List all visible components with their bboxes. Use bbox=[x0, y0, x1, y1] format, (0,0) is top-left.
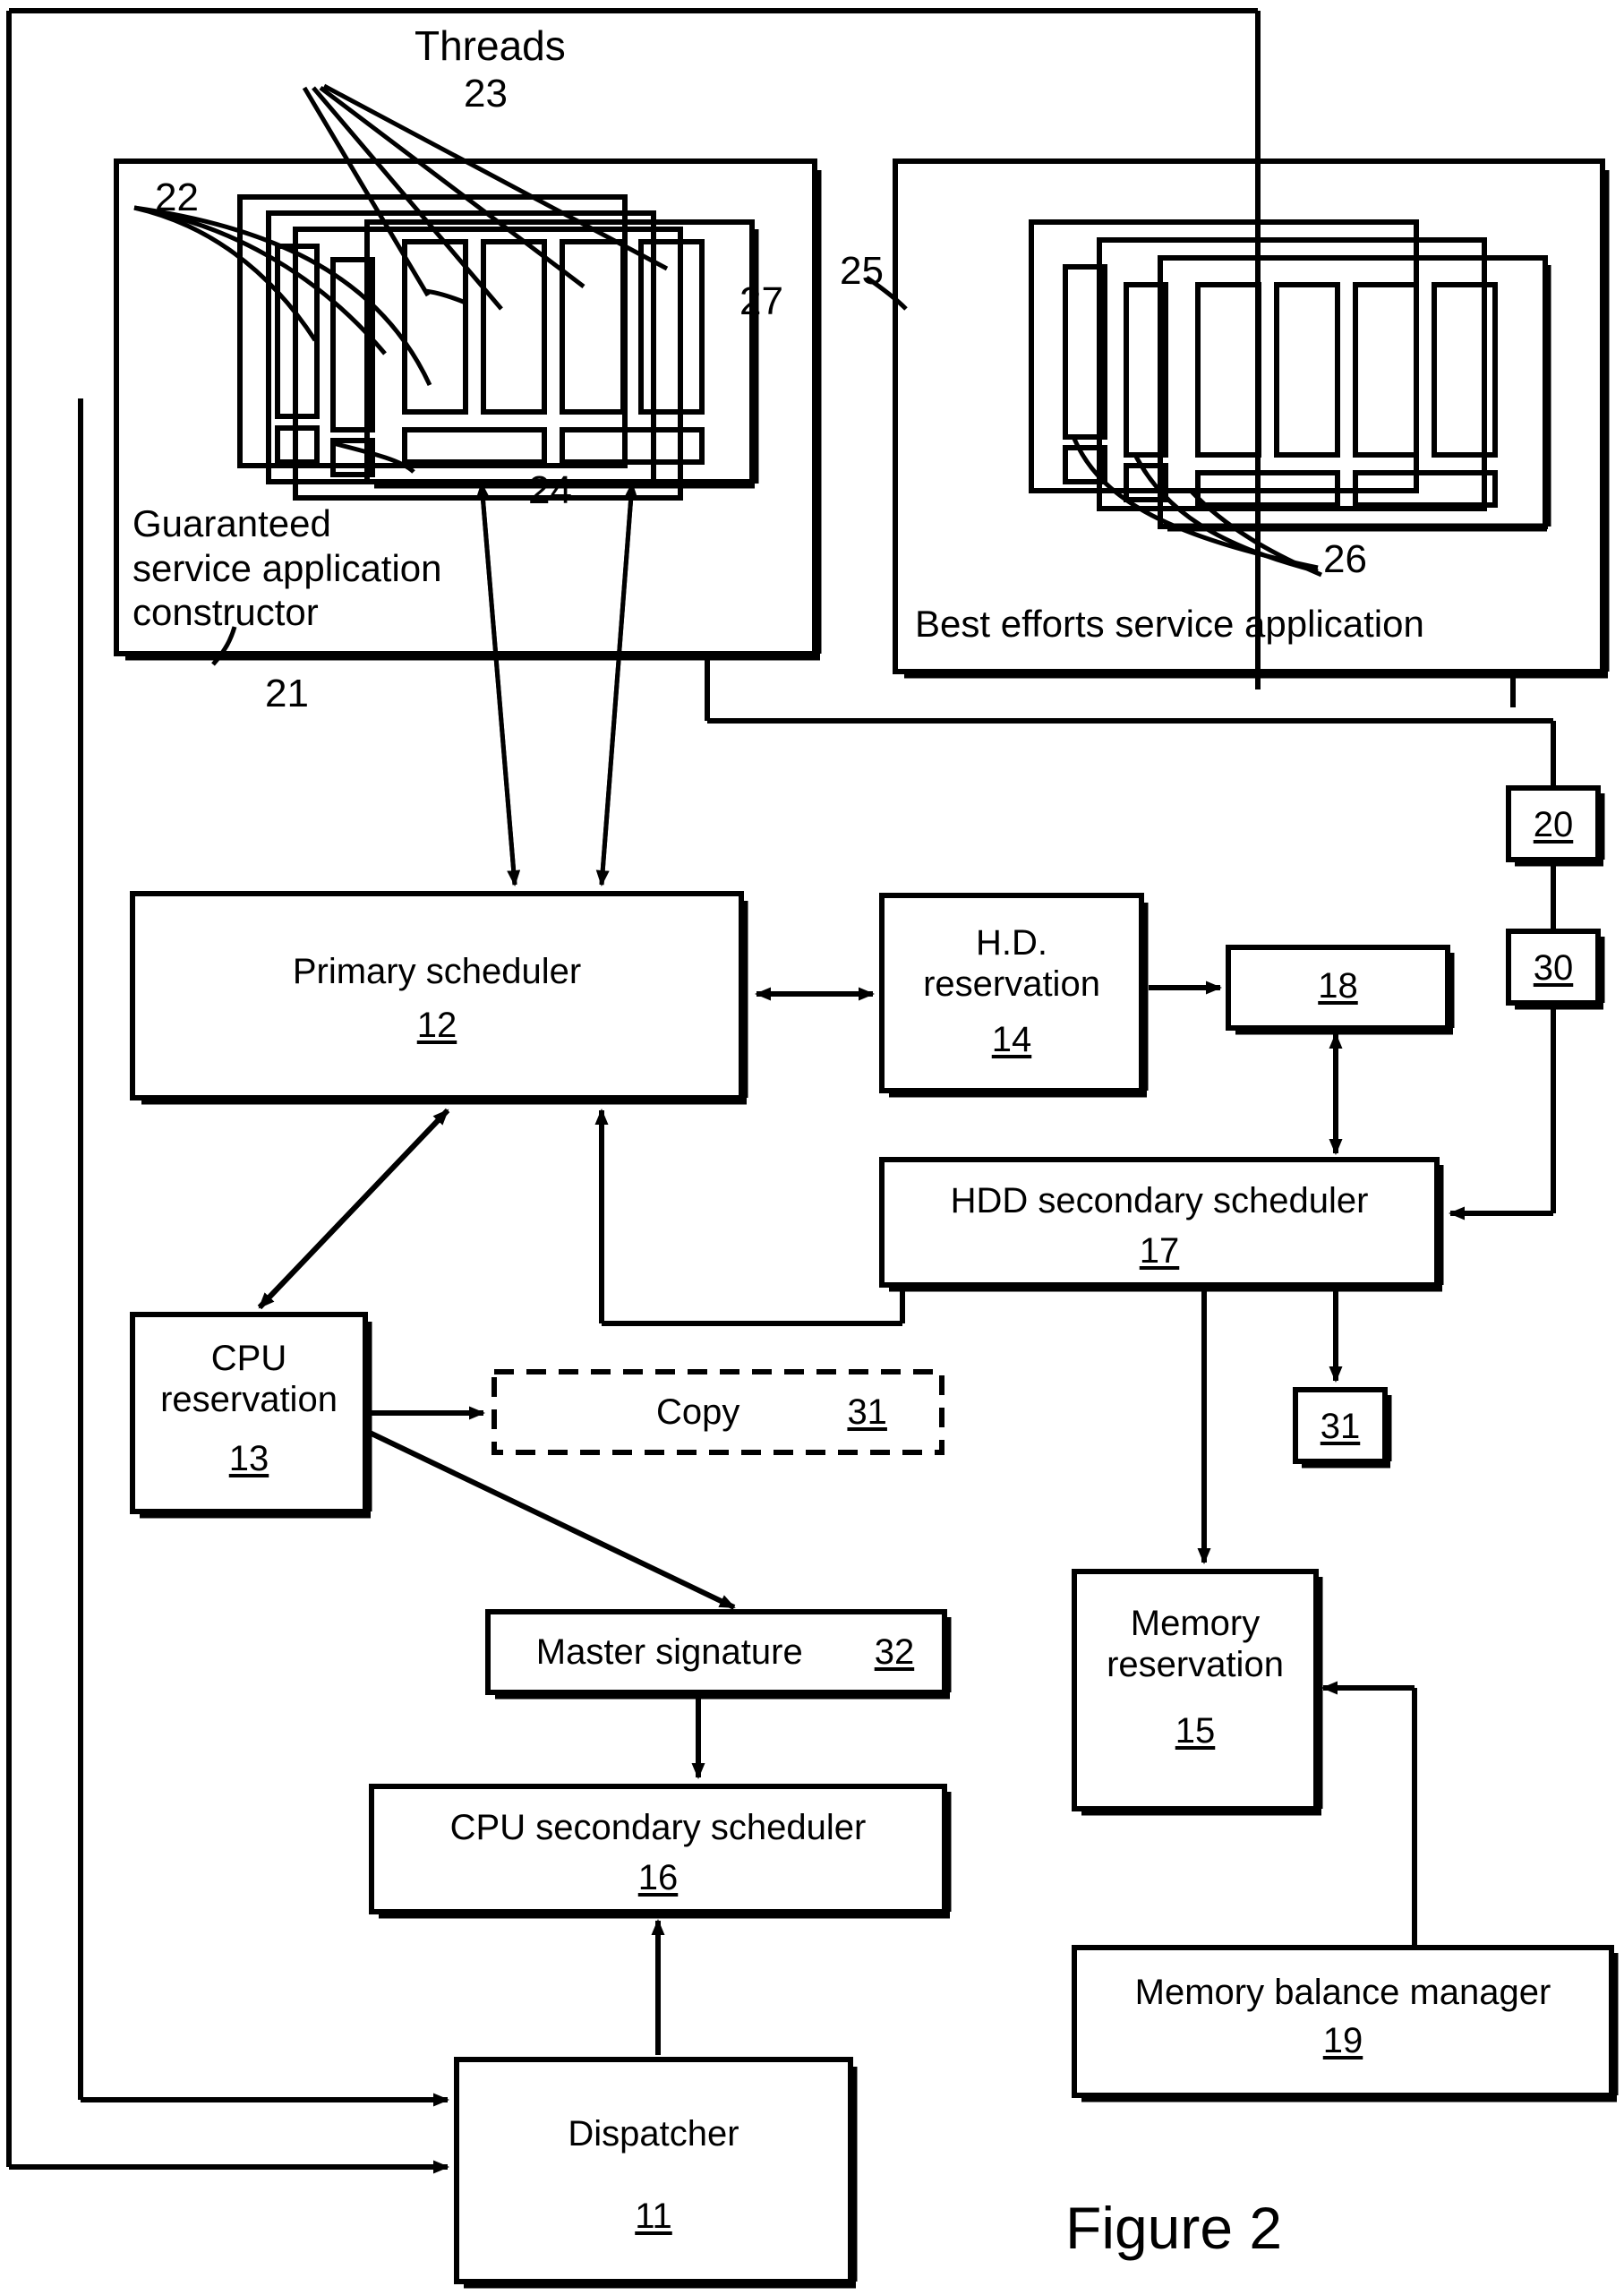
primary-scheduler-ref: 12 bbox=[416, 1006, 457, 1045]
hd-reservation-label-line1: H.D. bbox=[976, 923, 1047, 963]
memory-balance-manager-ref: 19 bbox=[1322, 2021, 1363, 2060]
memory-balance-manager-block: Memory balance manager 19 bbox=[1074, 1972, 1611, 2061]
ref-number-22: 22 bbox=[155, 176, 199, 219]
hdd-secondary-scheduler-label: HDD secondary scheduler bbox=[950, 1181, 1369, 1220]
primary-scheduler-block: Primary scheduler 12 bbox=[132, 951, 741, 1046]
copy-block: Copy 31 bbox=[494, 1372, 942, 1452]
dispatcher-ref: 11 bbox=[635, 2197, 672, 2236]
node-20-ref: 20 bbox=[1533, 805, 1574, 844]
hdd-secondary-scheduler-block: HDD secondary scheduler 17 bbox=[882, 1180, 1437, 1272]
cpu-reservation-label-line1: CPU bbox=[210, 1339, 287, 1378]
node-20-block: 20 bbox=[1509, 804, 1598, 845]
guaranteed-caption-line3: constructor bbox=[132, 591, 319, 634]
dispatcher-block: Dispatcher 11 bbox=[457, 2113, 850, 2237]
guaranteed-caption-line2: service application bbox=[132, 546, 442, 589]
hdd-secondary-scheduler-ref: 17 bbox=[1139, 1231, 1180, 1271]
threads-label: Threads bbox=[415, 22, 566, 69]
memory-reservation-label-line2: reservation bbox=[1107, 1645, 1284, 1684]
ref-number-25: 25 bbox=[840, 249, 884, 293]
guaranteed-panel-caption: Guaranteed service application construct… bbox=[132, 501, 509, 635]
cpu-secondary-scheduler-label: CPU secondary scheduler bbox=[449, 1808, 867, 1847]
cpu-reservation-ref: 13 bbox=[228, 1439, 269, 1478]
dispatcher-label: Dispatcher bbox=[568, 2114, 739, 2154]
ref-number-27: 27 bbox=[739, 279, 783, 323]
memory-balance-manager-label: Memory balance manager bbox=[1134, 1973, 1551, 2012]
hd-reservation-ref: 14 bbox=[991, 1020, 1032, 1059]
figure-caption: Figure 2 bbox=[1065, 2195, 1283, 2261]
guaranteed-caption-line1: Guaranteed bbox=[132, 502, 331, 544]
cpu-reservation-label-line2: reservation bbox=[160, 1380, 338, 1419]
primary-scheduler-label: Primary scheduler bbox=[292, 952, 582, 991]
memory-reservation-block: Memory reservation 15 bbox=[1074, 1603, 1316, 1751]
copy-label: Copy bbox=[656, 1392, 740, 1432]
master-signature-block: Master signature 32 bbox=[488, 1612, 944, 1692]
node-30-block: 30 bbox=[1509, 947, 1598, 989]
node-18-block: 18 bbox=[1228, 965, 1448, 1006]
memory-reservation-label-line1: Memory bbox=[1130, 1604, 1261, 1643]
master-signature-ref: 32 bbox=[874, 1631, 915, 1672]
hd-reservation-block: H.D. reservation 14 bbox=[882, 922, 1141, 1060]
ref-number-21: 21 bbox=[265, 672, 309, 715]
threads-ref-number: 23 bbox=[464, 72, 508, 116]
ref-number-24: 24 bbox=[528, 468, 572, 512]
cpu-reservation-block: CPU reservation 13 bbox=[132, 1338, 365, 1479]
cpu-secondary-scheduler-ref: 16 bbox=[637, 1858, 679, 1897]
ref-number-26: 26 bbox=[1323, 537, 1367, 581]
node-31-right-ref: 31 bbox=[1320, 1407, 1361, 1446]
node-31-right-block: 31 bbox=[1295, 1406, 1385, 1447]
node-30-ref: 30 bbox=[1533, 948, 1574, 988]
node-18-ref: 18 bbox=[1318, 966, 1358, 1006]
cpu-secondary-scheduler-block: CPU secondary scheduler 16 bbox=[372, 1807, 944, 1898]
master-signature-label: Master signature bbox=[535, 1631, 803, 1672]
figure-canvas: Threads 23 22 24 27 21 Guaranteed servic… bbox=[0, 0, 1624, 2295]
diagram-artwork bbox=[6, 8, 1619, 2289]
hd-reservation-label-line2: reservation bbox=[923, 964, 1100, 1004]
memory-reservation-ref: 15 bbox=[1175, 1711, 1216, 1751]
copy-ref: 31 bbox=[847, 1392, 887, 1432]
best-efforts-panel-caption: Best efforts service application bbox=[915, 603, 1424, 645]
